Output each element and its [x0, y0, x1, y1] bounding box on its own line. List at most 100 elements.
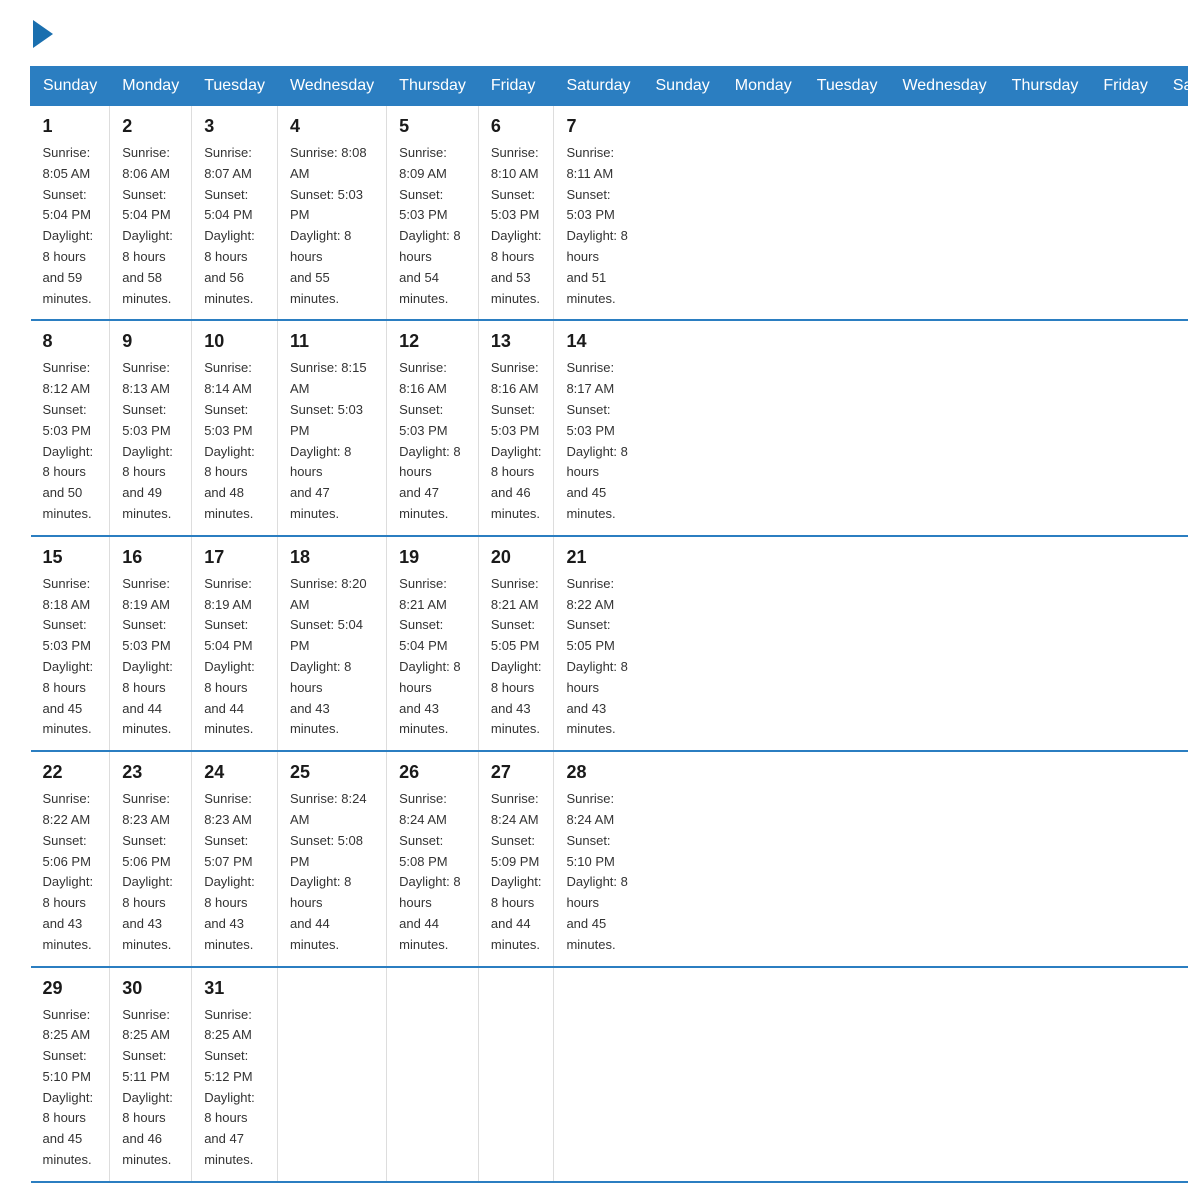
day-info: Sunrise: 8:25 AM Sunset: 5:10 PM Dayligh… — [43, 1005, 98, 1171]
day-info: Sunrise: 8:24 AM Sunset: 5:08 PM Dayligh… — [399, 789, 466, 955]
day-number: 4 — [290, 116, 374, 137]
day-number: 25 — [290, 762, 374, 783]
day-cell: 30 Sunrise: 8:25 AM Sunset: 5:11 PM Dayl… — [110, 967, 192, 1182]
day-number: 22 — [43, 762, 98, 783]
day-info: Sunrise: 8:23 AM Sunset: 5:07 PM Dayligh… — [204, 789, 265, 955]
day-number: 3 — [204, 116, 265, 137]
day-cell: 14 Sunrise: 8:17 AM Sunset: 5:03 PM Dayl… — [554, 320, 643, 535]
day-info: Sunrise: 8:22 AM Sunset: 5:05 PM Dayligh… — [566, 574, 631, 740]
day-info: Sunrise: 8:19 AM Sunset: 5:04 PM Dayligh… — [204, 574, 265, 740]
day-info: Sunrise: 8:09 AM Sunset: 5:03 PM Dayligh… — [399, 143, 466, 309]
day-info: Sunrise: 8:19 AM Sunset: 5:03 PM Dayligh… — [122, 574, 179, 740]
week-row-2: 8 Sunrise: 8:12 AM Sunset: 5:03 PM Dayli… — [31, 320, 1188, 535]
col-header-friday: Friday — [1091, 67, 1160, 106]
day-number: 6 — [491, 116, 542, 137]
col-header-friday: Friday — [478, 67, 554, 106]
day-number: 28 — [566, 762, 631, 783]
week-row-5: 29 Sunrise: 8:25 AM Sunset: 5:10 PM Dayl… — [31, 967, 1188, 1182]
day-info: Sunrise: 8:14 AM Sunset: 5:03 PM Dayligh… — [204, 358, 265, 524]
day-cell: 6 Sunrise: 8:10 AM Sunset: 5:03 PM Dayli… — [478, 106, 554, 321]
day-info: Sunrise: 8:16 AM Sunset: 5:03 PM Dayligh… — [399, 358, 466, 524]
day-number: 31 — [204, 978, 265, 999]
day-info: Sunrise: 8:05 AM Sunset: 5:04 PM Dayligh… — [43, 143, 98, 309]
day-number: 26 — [399, 762, 466, 783]
day-cell: 19 Sunrise: 8:21 AM Sunset: 5:04 PM Dayl… — [387, 536, 479, 751]
day-cell: 18 Sunrise: 8:20 AM Sunset: 5:04 PM Dayl… — [277, 536, 386, 751]
day-number: 20 — [491, 547, 542, 568]
day-info: Sunrise: 8:22 AM Sunset: 5:06 PM Dayligh… — [43, 789, 98, 955]
day-number: 9 — [122, 331, 179, 352]
day-number: 23 — [122, 762, 179, 783]
day-number: 7 — [566, 116, 631, 137]
day-number: 8 — [43, 331, 98, 352]
day-info: Sunrise: 8:23 AM Sunset: 5:06 PM Dayligh… — [122, 789, 179, 955]
day-number: 29 — [43, 978, 98, 999]
col-header-tuesday: Tuesday — [192, 67, 278, 106]
day-cell: 12 Sunrise: 8:16 AM Sunset: 5:03 PM Dayl… — [387, 320, 479, 535]
day-info: Sunrise: 8:21 AM Sunset: 5:05 PM Dayligh… — [491, 574, 542, 740]
day-info: Sunrise: 8:18 AM Sunset: 5:03 PM Dayligh… — [43, 574, 98, 740]
day-number: 17 — [204, 547, 265, 568]
day-cell: 24 Sunrise: 8:23 AM Sunset: 5:07 PM Dayl… — [192, 751, 278, 966]
day-number: 12 — [399, 331, 466, 352]
col-header-monday: Monday — [722, 67, 804, 106]
day-number: 15 — [43, 547, 98, 568]
day-info: Sunrise: 8:24 AM Sunset: 5:10 PM Dayligh… — [566, 789, 631, 955]
day-cell — [554, 967, 643, 1182]
day-cell: 27 Sunrise: 8:24 AM Sunset: 5:09 PM Dayl… — [478, 751, 554, 966]
day-cell: 23 Sunrise: 8:23 AM Sunset: 5:06 PM Dayl… — [110, 751, 192, 966]
day-info: Sunrise: 8:25 AM Sunset: 5:12 PM Dayligh… — [204, 1005, 265, 1171]
day-number: 14 — [566, 331, 631, 352]
week-row-4: 22 Sunrise: 8:22 AM Sunset: 5:06 PM Dayl… — [31, 751, 1188, 966]
day-cell: 10 Sunrise: 8:14 AM Sunset: 5:03 PM Dayl… — [192, 320, 278, 535]
day-info: Sunrise: 8:20 AM Sunset: 5:04 PM Dayligh… — [290, 574, 374, 740]
day-number: 30 — [122, 978, 179, 999]
day-cell — [478, 967, 554, 1182]
day-cell: 3 Sunrise: 8:07 AM Sunset: 5:04 PM Dayli… — [192, 106, 278, 321]
day-cell: 16 Sunrise: 8:19 AM Sunset: 5:03 PM Dayl… — [110, 536, 192, 751]
page-header — [30, 20, 1158, 46]
day-cell — [277, 967, 386, 1182]
day-cell: 26 Sunrise: 8:24 AM Sunset: 5:08 PM Dayl… — [387, 751, 479, 966]
day-cell: 7 Sunrise: 8:11 AM Sunset: 5:03 PM Dayli… — [554, 106, 643, 321]
day-cell: 9 Sunrise: 8:13 AM Sunset: 5:03 PM Dayli… — [110, 320, 192, 535]
logo — [30, 20, 53, 46]
day-info: Sunrise: 8:12 AM Sunset: 5:03 PM Dayligh… — [43, 358, 98, 524]
day-number: 13 — [491, 331, 542, 352]
day-cell: 29 Sunrise: 8:25 AM Sunset: 5:10 PM Dayl… — [31, 967, 110, 1182]
day-cell: 25 Sunrise: 8:24 AM Sunset: 5:08 PM Dayl… — [277, 751, 386, 966]
week-row-1: 1 Sunrise: 8:05 AM Sunset: 5:04 PM Dayli… — [31, 106, 1188, 321]
day-info: Sunrise: 8:21 AM Sunset: 5:04 PM Dayligh… — [399, 574, 466, 740]
day-info: Sunrise: 8:10 AM Sunset: 5:03 PM Dayligh… — [491, 143, 542, 309]
col-header-wednesday: Wednesday — [890, 67, 999, 106]
col-header-tuesday: Tuesday — [804, 67, 890, 106]
day-cell: 22 Sunrise: 8:22 AM Sunset: 5:06 PM Dayl… — [31, 751, 110, 966]
day-info: Sunrise: 8:24 AM Sunset: 5:08 PM Dayligh… — [290, 789, 374, 955]
col-header-wednesday: Wednesday — [277, 67, 386, 106]
day-info: Sunrise: 8:07 AM Sunset: 5:04 PM Dayligh… — [204, 143, 265, 309]
day-number: 10 — [204, 331, 265, 352]
day-info: Sunrise: 8:08 AM Sunset: 5:03 PM Dayligh… — [290, 143, 374, 309]
col-header-thursday: Thursday — [999, 67, 1091, 106]
day-info: Sunrise: 8:17 AM Sunset: 5:03 PM Dayligh… — [566, 358, 631, 524]
day-info: Sunrise: 8:24 AM Sunset: 5:09 PM Dayligh… — [491, 789, 542, 955]
day-cell: 8 Sunrise: 8:12 AM Sunset: 5:03 PM Dayli… — [31, 320, 110, 535]
day-info: Sunrise: 8:16 AM Sunset: 5:03 PM Dayligh… — [491, 358, 542, 524]
day-number: 2 — [122, 116, 179, 137]
day-number: 21 — [566, 547, 631, 568]
col-header-sunday: Sunday — [643, 67, 722, 106]
calendar-table: SundayMondayTuesdayWednesdayThursdayFrid… — [30, 66, 1188, 1183]
day-number: 24 — [204, 762, 265, 783]
day-info: Sunrise: 8:25 AM Sunset: 5:11 PM Dayligh… — [122, 1005, 179, 1171]
day-cell: 28 Sunrise: 8:24 AM Sunset: 5:10 PM Dayl… — [554, 751, 643, 966]
day-number: 5 — [399, 116, 466, 137]
day-cell: 2 Sunrise: 8:06 AM Sunset: 5:04 PM Dayli… — [110, 106, 192, 321]
day-cell: 31 Sunrise: 8:25 AM Sunset: 5:12 PM Dayl… — [192, 967, 278, 1182]
col-header-thursday: Thursday — [387, 67, 479, 106]
day-cell: 17 Sunrise: 8:19 AM Sunset: 5:04 PM Dayl… — [192, 536, 278, 751]
day-cell: 13 Sunrise: 8:16 AM Sunset: 5:03 PM Dayl… — [478, 320, 554, 535]
day-cell: 20 Sunrise: 8:21 AM Sunset: 5:05 PM Dayl… — [478, 536, 554, 751]
day-info: Sunrise: 8:15 AM Sunset: 5:03 PM Dayligh… — [290, 358, 374, 524]
day-cell: 21 Sunrise: 8:22 AM Sunset: 5:05 PM Dayl… — [554, 536, 643, 751]
day-info: Sunrise: 8:13 AM Sunset: 5:03 PM Dayligh… — [122, 358, 179, 524]
